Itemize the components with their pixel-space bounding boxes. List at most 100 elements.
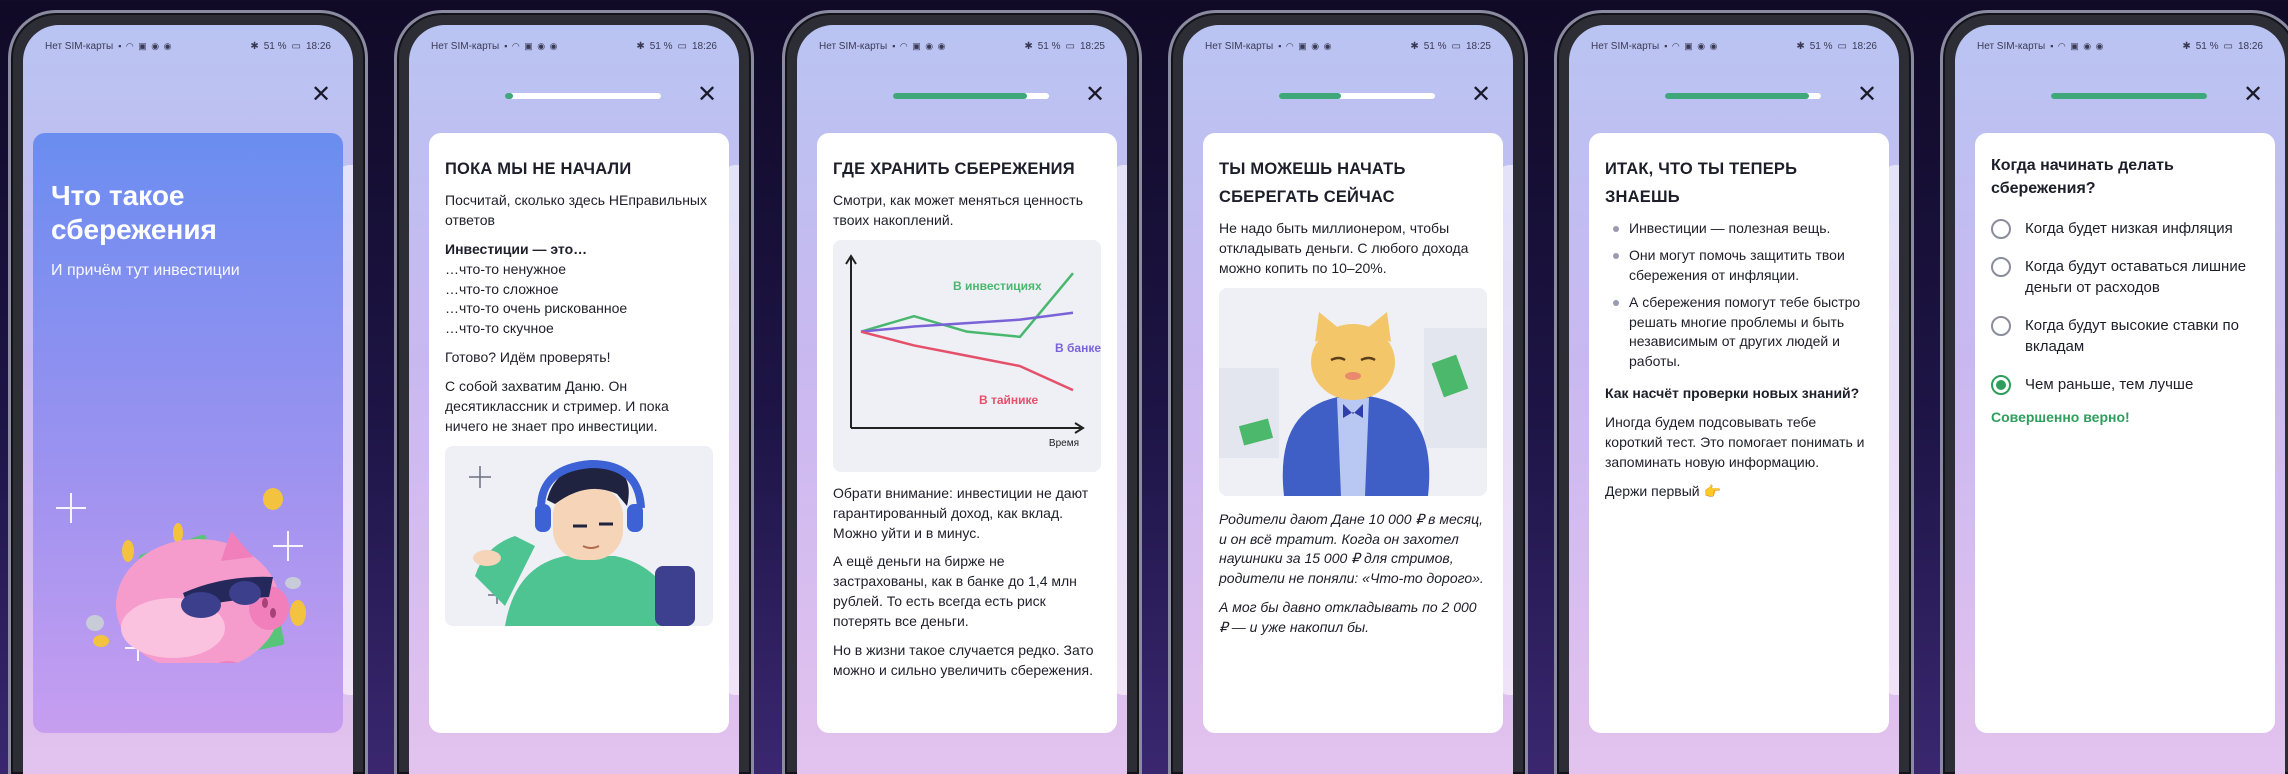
screen: Нет SIM-карты ▪ ◠ ▣ ◉ ◉ ✱ 51 % ▭ 18:25 ✕ ТЫ … xyxy=(1183,25,1513,774)
card-intro: Смотри, как может меняться ценность твои… xyxy=(833,192,1083,228)
screen: Нет SIM-карты ▪ ◠ ▣ ◉ ◉ ✱ 51 % ▭ 18:26 ✕ Что… xyxy=(23,25,353,774)
list-item: Они могут помочь защитить твои сбережени… xyxy=(1605,246,1873,286)
content-card: ПОКА МЫ НЕ НАЧАЛИ Посчитай, сколько здес… xyxy=(429,133,729,733)
card-heading: ГДЕ ХРАНИТЬ СБЕРЕЖЕНИЯ xyxy=(833,160,1075,178)
list-title: Инвестиции — это… xyxy=(445,240,588,257)
battery-icon: ▭ xyxy=(1451,40,1461,52)
progress-bar xyxy=(1665,93,1821,99)
phone-screen-4: Нет SIM-карты ▪ ◠ ▣ ◉ ◉ ✱ 51 % ▭ 18:25 ✕ ТЫ … xyxy=(1168,10,1528,774)
cat-drawing xyxy=(1219,311,1487,496)
carrier-label: Нет SIM-карты xyxy=(1591,40,1660,52)
screen: Нет SIM-карты ▪ ◠ ▣ ◉ ◉ ✱ 51 % ▭ 18:26 ✕ ИТА… xyxy=(1569,25,1899,774)
bluetooth-icon: ✱ xyxy=(1024,40,1033,52)
option-label: Когда будет низкая инфляция xyxy=(2025,220,2233,238)
card-intro: Не надо быть миллионером, чтобы откладыв… xyxy=(1219,220,1469,276)
battery-icon: ▭ xyxy=(1837,40,1847,52)
progress-bar xyxy=(505,93,661,99)
radio-button-selected[interactable] xyxy=(1991,375,2011,396)
danya-drawing xyxy=(469,459,695,626)
battery-icon: ▭ xyxy=(1065,40,1075,52)
list-item: …что-то сложное xyxy=(445,280,559,297)
phone-screen-3: Нет SIM-карты ▪ ◠ ▣ ◉ ◉ ✱ 51 % ▭ 18:25 ✕ ГДЕ… xyxy=(782,10,1142,774)
battery-label: 51 % xyxy=(1423,40,1447,52)
card-heading: ПОКА МЫ НЕ НАЧАЛИ xyxy=(445,160,632,178)
card-paragraph: Но в жизни такое случается редко. Зато м… xyxy=(833,641,1094,678)
status-bar: Нет SIM-карты ▪ ◠ ▣ ◉ ◉ ✱ 51 % ▭ 18:26 xyxy=(1977,39,2263,53)
bluetooth-icon: ✱ xyxy=(636,40,645,52)
correct-feedback: Совершенно верно! xyxy=(1991,409,2130,426)
battery-icon: ▭ xyxy=(291,40,301,52)
cover-subtitle: И причём тут инвестиции xyxy=(51,261,240,279)
option-label: Когда будут высокие ставки по вкладам xyxy=(2025,317,2239,356)
close-button[interactable]: ✕ xyxy=(1853,81,1881,109)
close-button[interactable]: ✕ xyxy=(2239,81,2267,109)
screen: Нет SIM-карты ▪ ◠ ▣ ◉ ◉ ✱ 51 % ▭ 18:26 ✕ ПОК… xyxy=(409,25,739,774)
content-card: ГДЕ ХРАНИТЬ СБЕРЕЖЕНИЯ Смотри, как может… xyxy=(817,133,1117,733)
progress-fill xyxy=(2051,93,2207,99)
progress-fill xyxy=(1665,93,1809,99)
story-text-2: А мог бы давно откладывать по 2 000 ₽ — … xyxy=(1219,599,1477,636)
series-label: В банке xyxy=(1055,341,1101,355)
status-bar: Нет SIM-карты ▪ ◠ ▣ ◉ ◉ ✱ 51 % ▭ 18:25 xyxy=(819,39,1105,53)
screen: Нет SIM-карты ▪ ◠ ▣ ◉ ◉ ✱ 51 % ▭ 18:26 ✕ Ког… xyxy=(1955,25,2285,774)
signal-icons: ▪ ◠ ▣ ◉ ◉ xyxy=(892,40,947,51)
close-button[interactable]: ✕ xyxy=(307,81,335,109)
cta-text: Держи первый 👉 xyxy=(1605,482,1721,499)
radio-button[interactable] xyxy=(1991,219,2011,240)
quiz-option[interactable]: Когда будут высокие ставки по вкладам xyxy=(1991,315,2259,357)
card-paragraph: А ещё деньги на бирже не застрахованы, к… xyxy=(833,553,1077,630)
radio-button[interactable] xyxy=(1991,257,2011,278)
close-button[interactable]: ✕ xyxy=(693,81,721,109)
quiz-option-selected[interactable]: Чем раньше, тем лучше xyxy=(1991,374,2259,396)
quiz-option[interactable]: Когда будут оставаться лишние деньги от … xyxy=(1991,256,2259,298)
cover-card[interactable]: Что такое сбережения И причём тут инвест… xyxy=(33,133,343,733)
ready-text: Готово? Идём проверять! xyxy=(445,349,611,366)
battery-label: 51 % xyxy=(2195,40,2219,52)
savings-chart: В инвестициях В банке В тайнике Время xyxy=(833,239,1101,472)
time-label: 18:26 xyxy=(691,40,717,52)
card-heading: ТЫ МОЖЕШЬ НАЧАТЬ СБЕРЕГАТЬ СЕЙЧАС xyxy=(1219,160,1406,207)
battery-label: 51 % xyxy=(649,40,673,52)
cat-illustration xyxy=(1219,287,1487,496)
quiz-option[interactable]: Когда будет низкая инфляция xyxy=(1991,218,2259,240)
list-item: …что-то очень рискованное xyxy=(445,300,628,317)
series-label: В инвестициях xyxy=(953,279,1042,293)
signal-icons: ▪ ◠ ▣ ◉ ◉ xyxy=(504,40,559,51)
option-label: Чем раньше, тем лучше xyxy=(2025,376,2194,394)
battery-label: 51 % xyxy=(1037,40,1061,52)
close-icon: ✕ xyxy=(1856,81,1878,108)
close-icon: ✕ xyxy=(1470,81,1492,108)
cover-title: Что такое сбережения xyxy=(51,180,217,246)
signal-icons: ▪ ◠ ▣ ◉ ◉ xyxy=(1664,40,1719,51)
time-label: 18:26 xyxy=(305,40,331,52)
progress-fill xyxy=(893,93,1028,99)
summary-list: Инвестиции — полезная вещь. Они могут по… xyxy=(1605,219,1873,372)
close-icon: ✕ xyxy=(1084,81,1106,108)
quiz-card: Когда начинать делать сбережения? Когда … xyxy=(1975,133,2275,733)
carrier-label: Нет SIM-карты xyxy=(1977,40,2046,52)
phone-screen-5: Нет SIM-карты ▪ ◠ ▣ ◉ ◉ ✱ 51 % ▭ 18:26 ✕ ИТА… xyxy=(1554,10,1914,774)
series-label: В тайнике xyxy=(979,393,1039,407)
progress-bar xyxy=(1279,93,1435,99)
phone-screen-6: Нет SIM-карты ▪ ◠ ▣ ◉ ◉ ✱ 51 % ▭ 18:26 ✕ Ког… xyxy=(1940,10,2288,774)
story-text: Родители дают Дане 10 000 ₽ в месяц, и о… xyxy=(1219,510,1484,587)
content-card: ИТАК, ЧТО ТЫ ТЕПЕРЬ ЗНАЕШЬ Инвестиции — … xyxy=(1589,133,1889,733)
option-label: Когда будут оставаться лишние деньги от … xyxy=(2025,258,2247,297)
list-item: …что-то ненужное xyxy=(445,260,567,277)
question-heading: Как насчёт проверки новых знаний? xyxy=(1605,385,1860,402)
radio-button[interactable] xyxy=(1991,316,2011,337)
close-icon: ✕ xyxy=(310,81,332,108)
progress-fill xyxy=(1279,93,1342,99)
signal-icons: ▪ ◠ ▣ ◉ ◉ xyxy=(2050,40,2105,51)
card-heading: ИТАК, ЧТО ТЫ ТЕПЕРЬ ЗНАЕШЬ xyxy=(1605,160,1798,207)
close-button[interactable]: ✕ xyxy=(1081,81,1109,109)
quiz-question: Когда начинать делать сбережения? xyxy=(1991,157,2174,197)
carrier-label: Нет SIM-карты xyxy=(45,40,114,52)
battery-label: 51 % xyxy=(263,40,287,52)
bluetooth-icon: ✱ xyxy=(1796,40,1805,52)
danya-illustration xyxy=(445,445,713,626)
carrier-label: Нет SIM-карты xyxy=(431,40,500,52)
close-button[interactable]: ✕ xyxy=(1467,81,1495,109)
progress-bar xyxy=(893,93,1049,99)
close-icon: ✕ xyxy=(2242,81,2264,108)
